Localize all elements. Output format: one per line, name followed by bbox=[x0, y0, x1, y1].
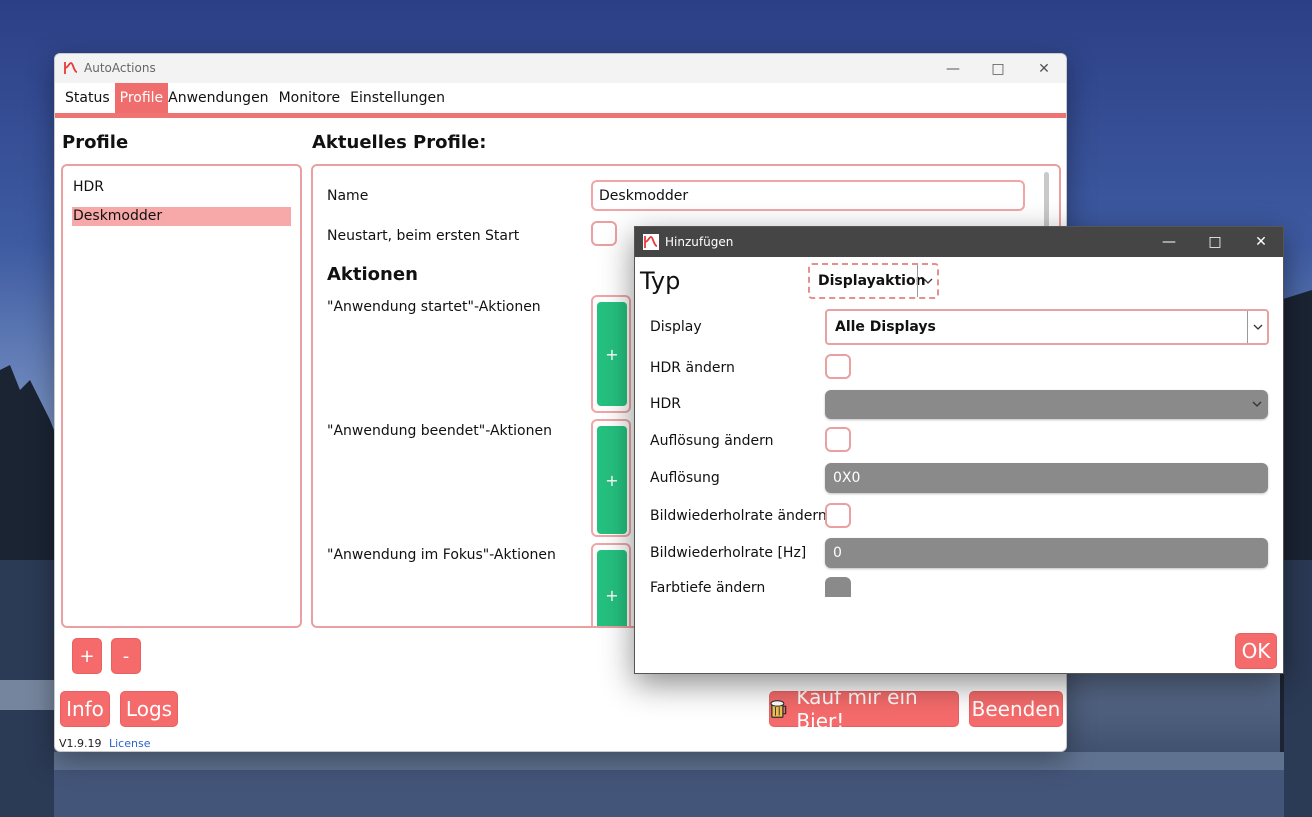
dialog-maximize-icon[interactable]: □ bbox=[1192, 227, 1238, 257]
add-exit-action-button[interactable]: + bbox=[597, 426, 627, 534]
profile-list: HDR Deskmodder bbox=[61, 164, 302, 628]
current-profile-title: Aktuelles Profile: bbox=[312, 132, 487, 153]
beer-button[interactable]: Kauf mir ein Bier! bbox=[769, 685, 959, 733]
restart-checkbox[interactable] bbox=[591, 221, 617, 246]
display-select-value: Alle Displays bbox=[835, 319, 936, 335]
ok-button[interactable]: OK bbox=[1235, 633, 1277, 669]
menu-bar: Status Profile Anwendungen Monitore Eins… bbox=[55, 83, 1066, 118]
app-start-actions-label: "Anwendung startet"-Aktionen bbox=[327, 299, 541, 315]
type-label: Typ bbox=[640, 267, 681, 295]
color-depth-change-label: Farbtiefe ändern bbox=[650, 580, 766, 596]
profiles-title: Profile bbox=[62, 132, 129, 153]
type-select[interactable]: Displayaktion bbox=[808, 263, 939, 299]
refresh-change-label: Bildwiederholrate ändern bbox=[650, 508, 827, 524]
resolution-change-checkbox[interactable] bbox=[825, 427, 851, 452]
chevron-down-icon bbox=[1252, 401, 1262, 407]
add-profile-button[interactable]: + bbox=[72, 638, 102, 674]
display-select[interactable]: Alle Displays bbox=[825, 309, 1269, 345]
menu-status[interactable]: Status bbox=[60, 83, 115, 113]
app-focus-actions-label: "Anwendung im Fokus"-Aktionen bbox=[327, 547, 556, 563]
refresh-field[interactable]: 0 bbox=[825, 538, 1268, 568]
name-label: Name bbox=[327, 188, 369, 204]
menu-monitore[interactable]: Monitore bbox=[274, 83, 346, 113]
window-title: AutoActions bbox=[84, 61, 156, 75]
logs-button[interactable]: Logs bbox=[120, 691, 178, 727]
resolution-change-label: Auflösung ändern bbox=[650, 433, 774, 449]
color-depth-checkbox[interactable] bbox=[825, 577, 851, 597]
exit-button[interactable]: Beenden bbox=[969, 691, 1063, 727]
app-exit-actions-list: + bbox=[591, 419, 631, 537]
app-focus-actions-list: + bbox=[591, 543, 631, 626]
chevron-down-icon bbox=[917, 265, 937, 297]
remove-profile-button[interactable]: - bbox=[111, 638, 141, 674]
restart-label: Neustart, beim ersten Start bbox=[327, 228, 520, 244]
hdr-select[interactable] bbox=[825, 390, 1268, 419]
autoactions-logo-icon bbox=[643, 234, 659, 250]
profile-item-deskmodder[interactable]: Deskmodder bbox=[72, 207, 291, 226]
hdr-change-checkbox[interactable] bbox=[825, 354, 851, 379]
close-icon[interactable]: ✕ bbox=[1021, 54, 1066, 83]
resolution-field[interactable]: 0X0 bbox=[825, 463, 1268, 493]
scrollbar[interactable] bbox=[1044, 172, 1049, 232]
version-label: V1.9.19 bbox=[59, 737, 102, 750]
dialog-close-icon[interactable]: ✕ bbox=[1238, 227, 1283, 257]
dialog-minimize-icon[interactable]: — bbox=[1146, 227, 1192, 257]
menu-anwendungen[interactable]: Anwendungen bbox=[168, 83, 273, 113]
app-exit-actions-label: "Anwendung beendet"-Aktionen bbox=[327, 423, 552, 439]
profile-item-hdr[interactable]: HDR bbox=[72, 178, 291, 197]
add-start-action-button[interactable]: + bbox=[597, 302, 627, 406]
type-select-value: Displayaktion bbox=[818, 273, 926, 289]
refresh-change-checkbox[interactable] bbox=[825, 503, 851, 528]
beer-button-label: Kauf mir ein Bier! bbox=[796, 685, 918, 733]
hdr-label: HDR bbox=[650, 396, 682, 412]
title-bar: AutoActions — □ ✕ bbox=[55, 54, 1066, 83]
info-button[interactable]: Info bbox=[60, 691, 110, 727]
license-link[interactable]: License bbox=[109, 737, 150, 750]
display-label: Display bbox=[650, 319, 702, 335]
maximize-icon[interactable]: □ bbox=[975, 54, 1021, 83]
minimize-icon[interactable]: — bbox=[930, 54, 976, 83]
chevron-down-icon bbox=[1247, 311, 1267, 343]
add-action-dialog: Hinzufügen — □ ✕ Typ Displayaktion Displ… bbox=[634, 226, 1284, 674]
add-focus-action-button[interactable]: + bbox=[597, 550, 627, 626]
menu-einstellungen[interactable]: Einstellungen bbox=[345, 83, 450, 113]
beer-mug-icon bbox=[770, 700, 787, 718]
autoactions-logo-icon bbox=[64, 62, 78, 74]
dialog-title-bar: Hinzufügen — □ ✕ bbox=[635, 227, 1283, 257]
profile-name-input[interactable]: Deskmodder bbox=[591, 180, 1025, 211]
dialog-title: Hinzufügen bbox=[665, 235, 734, 249]
hdr-change-label: HDR ändern bbox=[650, 360, 735, 376]
refresh-label: Bildwiederholrate [Hz] bbox=[650, 545, 807, 561]
menu-profile[interactable]: Profile bbox=[114, 83, 169, 113]
actions-title: Aktionen bbox=[327, 264, 418, 285]
resolution-label: Auflösung bbox=[650, 470, 720, 486]
app-start-actions-list: + bbox=[591, 295, 631, 413]
